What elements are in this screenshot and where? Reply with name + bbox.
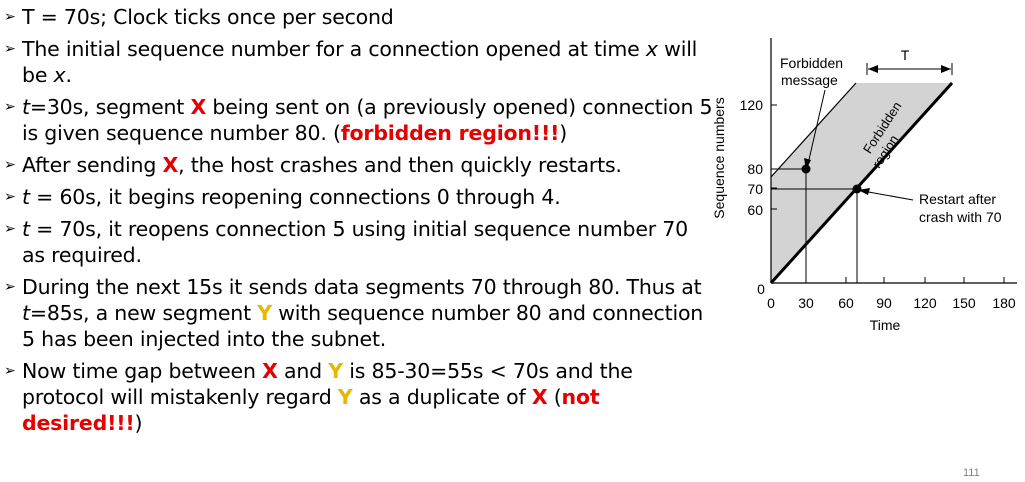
bullet-item: ➢ After sending X, the host crashes and t… [4, 152, 714, 178]
x-tick-label-180: 180 [992, 295, 1016, 311]
bullet-text: , the host crashes and then quickly rest… [178, 153, 622, 177]
bullet-text: X [162, 153, 179, 177]
bullet-text: After sending [22, 153, 163, 177]
bullet-text: ) [134, 411, 143, 435]
bullet-text: During the next 15s it sends data segmen… [22, 275, 702, 299]
bullet-arrow-icon: ➢ [4, 363, 16, 379]
bullet-text: ( [547, 385, 562, 409]
bullet-text: x [53, 63, 66, 87]
y-tick-label-80: 80 [747, 161, 763, 177]
bullet-text: t [22, 217, 30, 241]
bullet-arrow-icon: ➢ [4, 9, 16, 25]
bullet-text: X [531, 385, 548, 409]
page-number: 111 [963, 467, 980, 479]
t-interval-right-arrowhead [941, 65, 951, 73]
bullet-list: ➢ T = 70s; Clock ticks once per second ➢ Th… [4, 4, 714, 442]
bullet-text: =30s, segment [29, 95, 191, 119]
bullet-text: Y [328, 359, 343, 383]
y-tick-label-60: 60 [747, 202, 763, 218]
bullet-text: x [645, 37, 658, 61]
x-tick-label-90: 90 [876, 295, 892, 311]
bullet-arrow-icon: ➢ [4, 221, 16, 237]
bullet-text: t [22, 301, 30, 325]
x-tick-label-120: 120 [913, 295, 937, 311]
x-tick-label-30: 30 [798, 295, 814, 311]
restart-label-line1: Restart after [919, 191, 996, 207]
x-tick-label-0: 0 [767, 295, 775, 311]
bullet-item: ➢ t = 60s, it begins reopening connection… [4, 184, 714, 210]
restart-point [852, 184, 862, 194]
y-axis-label: Sequence numbers [711, 97, 727, 218]
restart-label-line2: crash with 70 [919, 209, 1002, 225]
bullet-arrow-icon: ➢ [4, 157, 16, 173]
bullet-text: The initial sequence number for a connec… [22, 37, 646, 61]
y-tick-label-120: 120 [740, 97, 764, 113]
bullet-item: ➢ The initial sequence number for a conne… [4, 36, 714, 88]
t-interval-label: T [901, 47, 910, 63]
bullet-text: forbidden region!!! [340, 121, 560, 145]
bullet-item: ➢ T = 70s; Clock ticks once per second [4, 4, 714, 30]
bullet-item: ➢ During the next 15s it sends data segme… [4, 274, 714, 352]
bullet-text: X [262, 359, 278, 383]
bullet-text: Y [337, 385, 353, 409]
x-tick-label-60: 60 [838, 295, 854, 311]
bullet-text: = 60s, it begins reopening connections 0… [29, 185, 561, 209]
bullet-text: t [22, 185, 30, 209]
bullet-text: Y [257, 301, 272, 325]
bullet-arrow-icon: ➢ [4, 279, 16, 295]
bullet-item: ➢ Now time gap between X and Y is 85-30=5… [4, 358, 714, 436]
bullet-text: and [277, 359, 329, 383]
bullet-item: ➢ t=30s, segment X being sent on (a previ… [4, 94, 714, 146]
forbidden-region-diagram: T Forbidden message Forbidden region Res… [711, 38, 1017, 333]
bullet-text: Now time gap between [22, 359, 263, 383]
bullet-arrow-icon: ➢ [4, 99, 16, 115]
bullet-text: . [65, 63, 72, 87]
bullet-text: X [190, 95, 207, 119]
bullet-arrow-icon: ➢ [4, 189, 16, 205]
restart-arrow [862, 190, 914, 201]
bullet-text: t [22, 95, 30, 119]
y-tick-label-70: 70 [747, 181, 763, 197]
bullet-item: ➢ t = 70s, it reopens connection 5 using … [4, 216, 714, 268]
bullet-arrow-icon: ➢ [4, 41, 16, 57]
bullet-text: as a duplicate of [352, 385, 532, 409]
forbidden-message-label-line2: message [781, 72, 838, 88]
bullet-text: =85s, a new segment [29, 301, 258, 325]
bullet-text: T = 70s; Clock ticks once per second [22, 5, 394, 29]
bullet-text: ) [559, 121, 568, 145]
x-axis-label: Time [870, 317, 901, 333]
y-tick-label-0: 0 [757, 281, 765, 297]
bullet-text: = 70s, it reopens connection 5 using ini… [22, 217, 688, 267]
t-interval-left-arrowhead [868, 65, 878, 73]
x-tick-label-150: 150 [952, 295, 976, 311]
forbidden-message-label-line1: Forbidden [780, 55, 843, 71]
